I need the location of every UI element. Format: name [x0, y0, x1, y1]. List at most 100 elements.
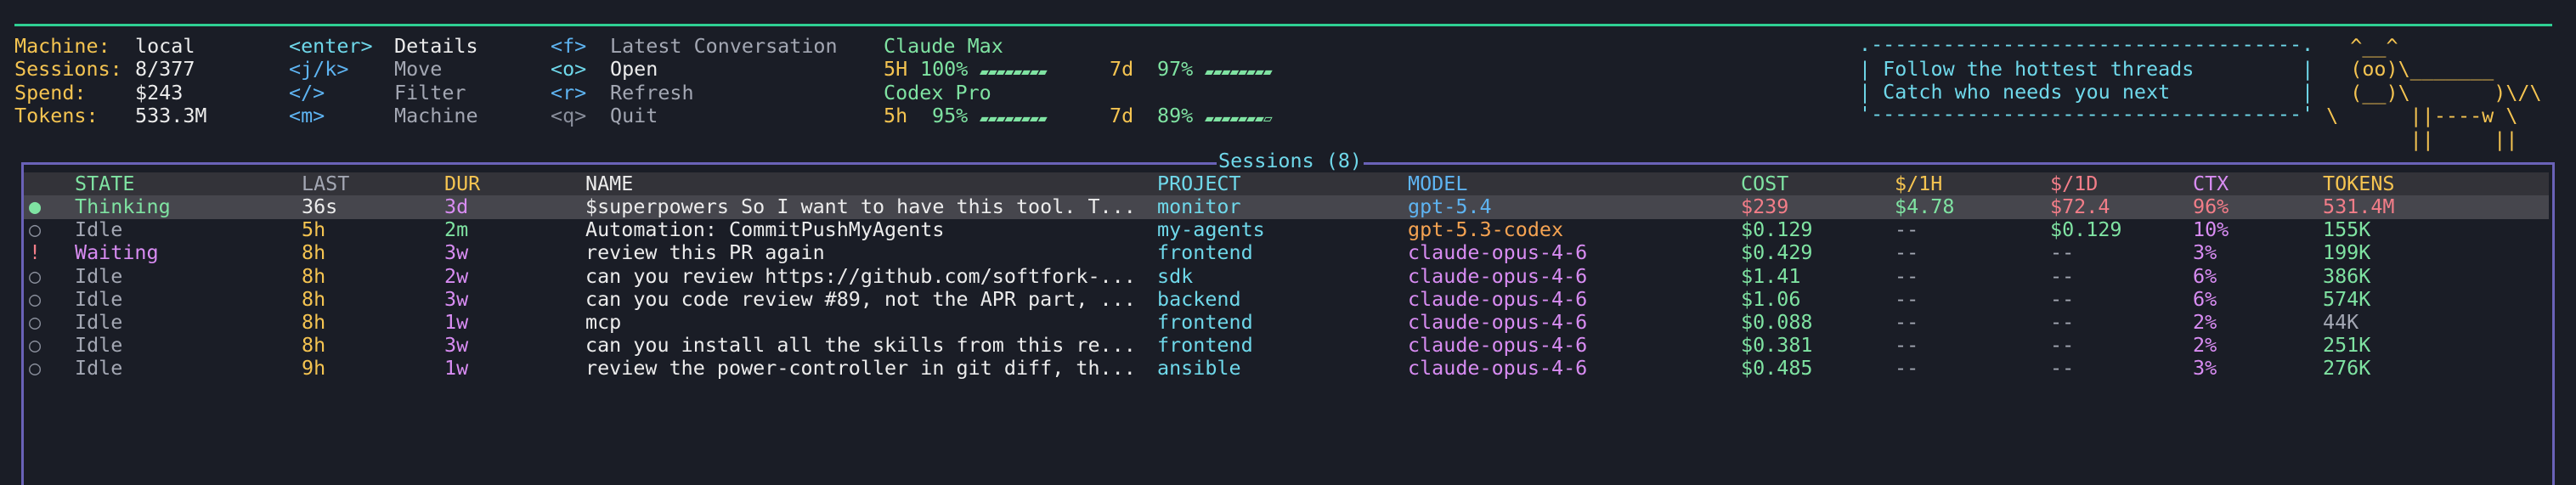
tokens-label: Tokens: [14, 104, 99, 127]
key-hint: <f> [551, 34, 587, 58]
usage-percent: 100% [920, 57, 969, 81]
cell-per-day: -- [2050, 240, 2075, 265]
column-header-state[interactable]: STATE [75, 172, 134, 195]
cell-last: 9h [302, 356, 326, 381]
cell-tokens: 44K [2323, 310, 2359, 334]
usage-progress-bar: ▰▰▰▰▰▰▰▱ [1205, 110, 1273, 127]
usage-percent: 89% [1157, 104, 1194, 127]
cell-per-hour: -- [1895, 310, 1919, 334]
cell-dur: 2w [444, 263, 469, 288]
cell-name: mcp [585, 310, 622, 334]
attention-icon: ! [29, 240, 42, 265]
cell-project: frontend [1157, 333, 1253, 358]
cell-ctx: 96% [2193, 195, 2229, 218]
cell-project: sdk [1157, 263, 1194, 288]
usage-window-label: 5H [884, 57, 908, 81]
cell-state: Thinking [75, 195, 171, 218]
cow-ascii-art-line: (oo)\_______ [2314, 57, 2494, 82]
cell-ctx: 3% [2193, 240, 2217, 265]
machine-label: Machine: [14, 34, 110, 58]
cell-per-day: -- [2050, 356, 2075, 381]
key-hint: <r> [551, 81, 587, 104]
cell-ctx: 6% [2193, 263, 2217, 288]
idle-circle-icon: ○ [29, 263, 42, 288]
cell-state: Idle [75, 217, 123, 242]
cell-last: 36s [302, 195, 338, 218]
cell-cost: $1.41 [1741, 263, 1801, 288]
sticker-text: Catch who needs you next [1883, 80, 2171, 104]
cell-per-day: -- [2050, 263, 2075, 288]
column-header-1d[interactable]: $/1D [2050, 172, 2098, 195]
cell-model: claude-opus-4-6 [1408, 333, 1588, 358]
active-dot-icon: ● [29, 195, 42, 218]
cell-cost: $239 [1741, 195, 1789, 218]
column-header-model[interactable]: MODEL [1408, 172, 1467, 195]
cell-per-hour: -- [1895, 263, 1919, 288]
cell-per-hour: -- [1895, 217, 1919, 242]
column-header-tokens[interactable]: TOKENS [2323, 172, 2395, 195]
cell-per-day: -- [2050, 286, 2075, 311]
column-header-name[interactable]: NAME [585, 172, 633, 195]
cell-name: can you code review #89, not the APR par… [585, 286, 1136, 311]
idle-circle-icon: ○ [29, 310, 42, 334]
tokens-value: 533.3M [135, 104, 207, 127]
key-hint: <q> [551, 104, 587, 127]
cow-ascii-art-line: || || [2314, 127, 2518, 151]
cell-model: gpt-5.3-codex [1408, 217, 1564, 242]
key-hint: </> [289, 81, 325, 104]
cell-last: 8h [302, 333, 326, 358]
cell-tokens: 386K [2323, 263, 2371, 288]
column-header-ctx[interactable]: CTX [2193, 172, 2229, 195]
cow-ascii-art-line: ^__^ [2314, 34, 2398, 58]
cell-name: review the power-controller in git diff,… [585, 356, 1136, 381]
sticker-border-bottom: '------------------------------------' [1859, 102, 2314, 126]
cell-per-hour: -- [1895, 286, 1919, 311]
idle-circle-icon: ○ [29, 217, 42, 242]
column-header-dur[interactable]: DUR [444, 172, 480, 195]
cell-model: claude-opus-4-6 [1408, 286, 1588, 311]
cell-dur: 2m [444, 217, 469, 242]
usage-percent: 97% [1157, 57, 1194, 81]
cell-ctx: 10% [2193, 217, 2229, 242]
cell-cost: $0.088 [1741, 310, 1813, 334]
cell-last: 8h [302, 310, 326, 334]
usage-window-label: 7d [1110, 57, 1134, 81]
cell-per-hour: -- [1895, 333, 1919, 358]
cell-project: ansible [1157, 356, 1241, 381]
cell-model: claude-opus-4-6 [1408, 356, 1588, 381]
cell-state: Idle [75, 356, 123, 381]
column-header-last[interactable]: LAST [302, 172, 349, 195]
cell-cost: $0.429 [1741, 240, 1813, 265]
cell-per-hour: $4.78 [1895, 195, 1955, 218]
cell-dur: 3w [444, 333, 469, 358]
sessions-label: Sessions: [14, 57, 122, 81]
sticker-border-top: .------------------------------------. [1859, 32, 2314, 56]
cell-cost: $0.485 [1741, 356, 1813, 381]
usage-window-label: 5h [884, 104, 908, 127]
sticker-border-right: | [2170, 80, 2314, 104]
cell-tokens: 155K [2323, 217, 2371, 242]
cell-ctx: 2% [2193, 310, 2217, 334]
cell-tokens: 251K [2323, 333, 2371, 358]
cell-cost: $1.06 [1741, 286, 1801, 311]
column-header-project[interactable]: PROJECT [1157, 172, 1241, 195]
spend-value: $243 [135, 81, 184, 104]
key-action-label: Open [610, 57, 658, 81]
cell-project: backend [1157, 286, 1241, 311]
cell-state: Idle [75, 310, 123, 334]
cell-last: 8h [302, 286, 326, 311]
cell-per-hour: -- [1895, 356, 1919, 381]
cell-name: can you review https://github.com/softfo… [585, 263, 1136, 288]
cell-name: Automation: CommitPushMyAgents [585, 217, 945, 242]
column-header-cost[interactable]: COST [1741, 172, 1788, 195]
cell-project: monitor [1157, 195, 1241, 218]
machine-value: local [135, 34, 195, 58]
column-header-1h[interactable]: $/1H [1895, 172, 1942, 195]
usage-progress-bar: ▰▰▰▰▰▰▰▰ [980, 63, 1048, 81]
key-action-label: Quit [610, 104, 658, 127]
cell-tokens: 276K [2323, 356, 2371, 381]
key-action-label: Move [394, 57, 443, 81]
cell-last: 8h [302, 263, 326, 288]
usage-progress-bar: ▰▰▰▰▰▰▰▰ [980, 110, 1048, 127]
table-header-band [24, 172, 2549, 195]
